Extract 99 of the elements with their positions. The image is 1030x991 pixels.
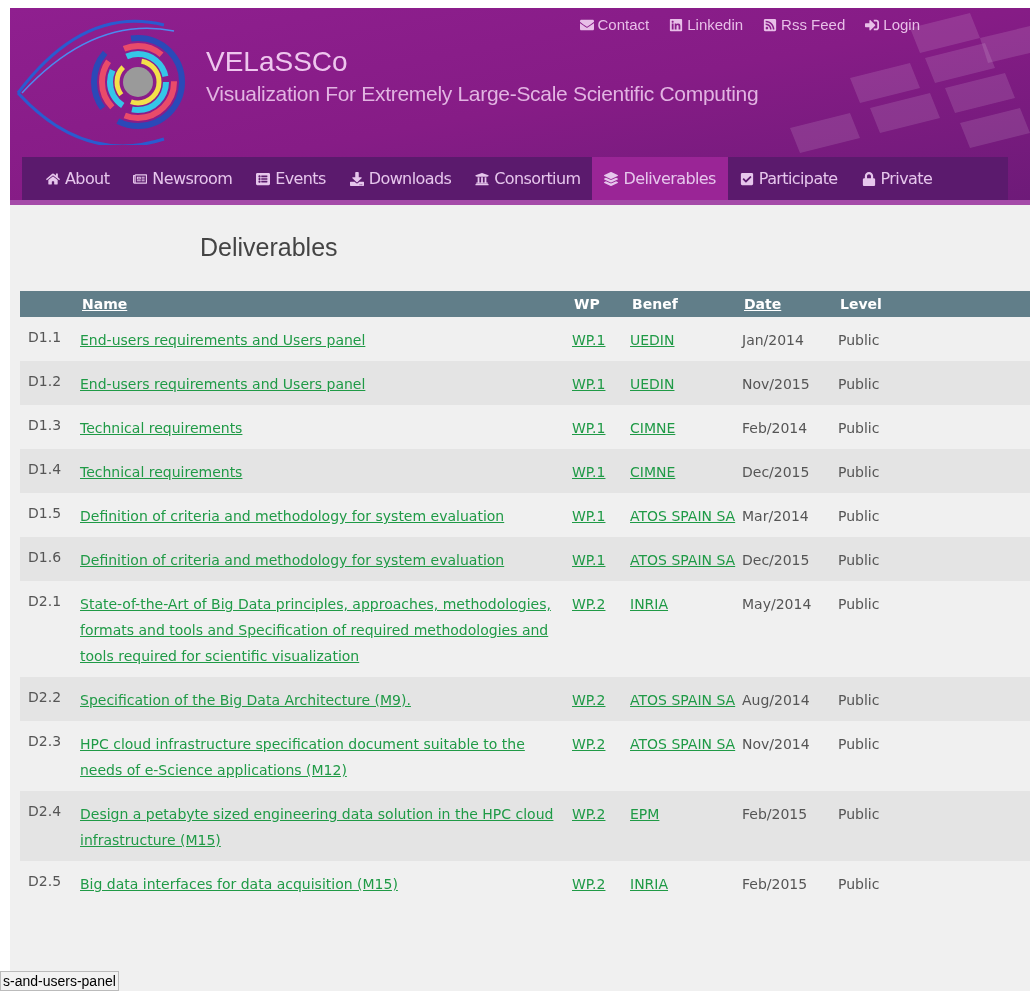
- deliverable-link[interactable]: Definition of criteria and methodology for system evaluation: [80, 503, 505, 529]
- deliverable-link[interactable]: Specification of the Big Data Architecture (M9).: [80, 687, 411, 713]
- beneficiary-link[interactable]: UEDIN: [630, 327, 675, 353]
- header-link[interactable]: Linkedin: [669, 14, 744, 37]
- deliverable-code: D2.3: [28, 733, 62, 749]
- list-icon: [256, 171, 271, 186]
- linkedin-icon: [669, 18, 684, 33]
- site-tagline: Visualization For Extremely Large-Scale Scientific Computing: [206, 80, 759, 107]
- deliverable-code: D2.2: [28, 689, 62, 705]
- column-header[interactable]: Name: [82, 295, 128, 312]
- work-package-link[interactable]: WP.1: [572, 420, 606, 436]
- header-link[interactable]: Rss Feed: [763, 14, 846, 37]
- nav-tab[interactable]: Consortium: [463, 157, 593, 200]
- deliverable-link[interactable]: Technical requirements: [80, 459, 243, 485]
- header-link[interactable]: Contact: [579, 14, 650, 37]
- work-package-link[interactable]: WP.1: [572, 332, 606, 348]
- date-text: Dec/2015: [742, 464, 810, 480]
- checkbox-icon: [739, 171, 754, 186]
- deliverable-code: D1.2: [28, 373, 62, 389]
- layers-icon: [604, 171, 619, 186]
- home-icon: [46, 171, 60, 186]
- nav-tab[interactable]: About: [34, 157, 122, 200]
- beneficiary-link[interactable]: INRIA: [630, 591, 669, 617]
- newspaper-icon: [133, 171, 148, 186]
- access-level: Public: [838, 332, 880, 348]
- work-package-link[interactable]: WP.2: [572, 736, 606, 752]
- work-package-link[interactable]: WP.2: [572, 596, 606, 612]
- beneficiary-link[interactable]: UEDIN: [630, 371, 675, 397]
- beneficiary-link[interactable]: ATOS SPAIN SA: [630, 503, 736, 529]
- nav-tab[interactable]: Participate: [727, 157, 850, 200]
- date-text: Mar/2014: [742, 508, 809, 524]
- work-package-link[interactable]: WP.2: [572, 876, 606, 892]
- status-url: s-and-users-panel: [0, 971, 119, 991]
- work-package-link[interactable]: WP.1: [572, 376, 606, 392]
- lock-icon: [861, 171, 876, 186]
- access-level: Public: [838, 552, 880, 568]
- nav-tab[interactable]: Events: [244, 157, 338, 200]
- sign-in-icon: [865, 18, 880, 33]
- beneficiary-link[interactable]: ATOS SPAIN SA: [630, 547, 736, 573]
- deliverable-code: D1.1: [28, 329, 62, 345]
- deliverable-code: D1.4: [28, 461, 62, 477]
- date-text: Aug/2014: [742, 692, 810, 708]
- beneficiary-link[interactable]: EPM: [630, 801, 660, 827]
- access-level: Public: [838, 596, 880, 612]
- work-package-link[interactable]: WP.1: [572, 464, 606, 480]
- deliverable-link[interactable]: Design a petabyte sized engineering data solution in the HPC cloud infrastructure (M15): [80, 801, 558, 853]
- deliverable-code: D2.5: [28, 873, 62, 889]
- deliverable-link[interactable]: End-users requirements and Users panel: [80, 327, 366, 353]
- deliverable-link[interactable]: Big data interfaces for data acquisition (M15): [80, 871, 398, 897]
- date-text: Feb/2015: [742, 876, 808, 892]
- date-text: Dec/2015: [742, 552, 810, 568]
- envelope-icon: [579, 18, 594, 33]
- beneficiary-link[interactable]: CIMNE: [630, 415, 676, 441]
- deliverable-code: D2.4: [28, 803, 62, 819]
- building-icon: [475, 171, 490, 186]
- deliverable-code: D1.5: [28, 505, 62, 521]
- access-level: Public: [838, 692, 880, 708]
- access-level: Public: [838, 876, 880, 892]
- work-package-link[interactable]: WP.1: [572, 508, 606, 524]
- header-link[interactable]: Login: [865, 14, 920, 37]
- rss-icon: [763, 18, 778, 33]
- deliverable-link[interactable]: HPC cloud infrastructure specification document suitable to the needs of e-Science applications (M12): [80, 731, 558, 783]
- access-level: Public: [838, 420, 880, 436]
- access-level: Public: [838, 376, 880, 392]
- beneficiary-link[interactable]: ATOS SPAIN SA: [630, 687, 736, 713]
- beneficiary-link[interactable]: INRIA: [630, 871, 669, 897]
- date-text: Feb/2014: [742, 420, 808, 436]
- column-header[interactable]: Date: [744, 295, 782, 312]
- deliverable-code: D1.6: [28, 549, 62, 565]
- beneficiary-link[interactable]: ATOS SPAIN SA: [630, 731, 736, 757]
- date-text: Feb/2015: [742, 806, 808, 822]
- date-text: Nov/2014: [742, 736, 810, 752]
- column-header: Benef: [632, 295, 678, 312]
- site-name: VELaSSCo: [206, 44, 348, 79]
- page-title: Deliverables: [200, 232, 338, 263]
- deliverable-link[interactable]: End-users requirements and Users panel: [80, 371, 366, 397]
- download-icon: [349, 171, 364, 186]
- access-level: Public: [838, 806, 880, 822]
- work-package-link[interactable]: WP.2: [572, 806, 606, 822]
- deliverable-link[interactable]: Technical requirements: [80, 415, 243, 441]
- date-text: Nov/2015: [742, 376, 810, 392]
- deliverable-code: D2.1: [28, 593, 62, 609]
- work-package-link[interactable]: WP.2: [572, 692, 606, 708]
- access-level: Public: [838, 736, 880, 752]
- column-header: WP: [574, 295, 600, 312]
- nav-tab[interactable]: Newsroom: [121, 157, 245, 200]
- date-text: May/2014: [742, 596, 812, 612]
- deliverable-link[interactable]: State-of-the-Art of Big Data principles, approaches, methodologies, formats and tools and Specification of required methodologies and tools required for scientific visualization: [80, 591, 558, 669]
- access-level: Public: [838, 508, 880, 524]
- deliverable-code: D1.3: [28, 417, 62, 433]
- column-header: Level: [840, 295, 882, 312]
- nav-tab[interactable]: Downloads: [337, 157, 464, 200]
- beneficiary-link[interactable]: CIMNE: [630, 459, 676, 485]
- access-level: Public: [838, 464, 880, 480]
- date-text: Jan/2014: [742, 332, 804, 348]
- deliverable-link[interactable]: Definition of criteria and methodology for system evaluation: [80, 547, 505, 573]
- nav-tab[interactable]: Private: [849, 157, 945, 200]
- work-package-link[interactable]: WP.1: [572, 552, 606, 568]
- nav-tab[interactable]: Deliverables: [592, 157, 728, 200]
